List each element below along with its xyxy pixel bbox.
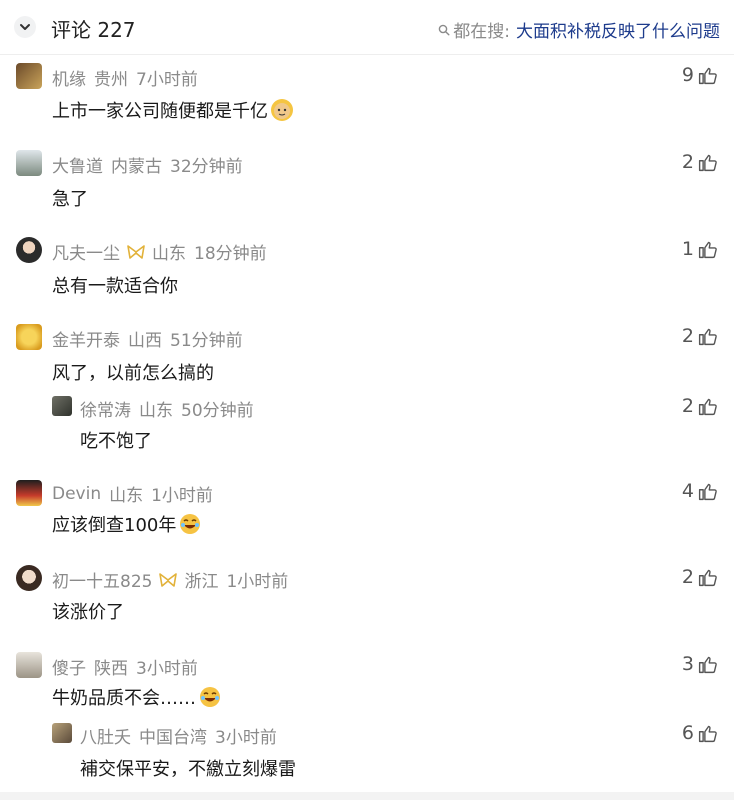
like-button[interactable]: 9 — [682, 64, 718, 86]
comment-text: 急了 — [52, 189, 88, 210]
thumbs-up-icon — [698, 154, 717, 171]
avatar[interactable] — [16, 150, 42, 176]
username[interactable]: 凡夫一尘 — [52, 239, 120, 264]
like-count: 2 — [681, 325, 694, 347]
doge-emoji-icon — [271, 99, 293, 121]
username[interactable]: 徐常涛 — [80, 396, 131, 421]
comment-text: 应该倒查100年 — [52, 511, 201, 537]
like-count: 4 — [681, 480, 694, 502]
comment-meta: 傻子 陕西 3小时前 — [52, 654, 198, 679]
search-prefix-label: 都在搜: — [453, 22, 510, 42]
trending-search-link[interactable]: 大面积补税反映了什么问题 — [516, 17, 720, 42]
location: 贵州 — [94, 70, 128, 90]
avatar[interactable] — [16, 480, 42, 506]
comment-meta: 徐常涛 山东 50分钟前 — [80, 396, 254, 421]
like-button[interactable]: 1 — [682, 238, 718, 260]
thumbs-up-icon — [698, 725, 717, 742]
thumbs-up-icon — [698, 398, 717, 415]
comment-meta: 初一十五825 浙江 1小时前 — [52, 567, 288, 592]
location: 山东 — [139, 401, 173, 421]
location: 山西 — [128, 331, 162, 351]
like-button[interactable]: 2 — [682, 395, 718, 417]
comment-count-title: 评论 227 — [51, 18, 136, 42]
avatar[interactable] — [16, 565, 42, 591]
like-count: 1 — [681, 238, 694, 260]
comment-meta: 金羊开泰 山西 51分钟前 — [52, 326, 243, 351]
avatar[interactable] — [16, 237, 42, 263]
like-button[interactable]: 2 — [682, 151, 718, 173]
thumbs-up-icon — [698, 241, 717, 258]
like-count: 2 — [681, 395, 694, 417]
username[interactable]: 初一十五825 — [52, 567, 152, 592]
timestamp: 3小时前 — [136, 659, 198, 679]
thumbs-up-icon — [698, 656, 717, 673]
location: 中国台湾 — [139, 728, 207, 748]
username[interactable]: 金羊开泰 — [52, 326, 120, 351]
timestamp: 51分钟前 — [170, 331, 243, 351]
vip-badge-icon — [127, 244, 145, 259]
location: 山东 — [152, 244, 186, 264]
comment-meta: 八肚夭 中国台湾 3小时前 — [80, 723, 277, 748]
like-button[interactable]: 6 — [682, 722, 718, 744]
like-count: 9 — [681, 64, 694, 86]
username[interactable]: 机缘 — [52, 65, 86, 90]
comment-text: 风了，以前怎么搞的 — [52, 363, 214, 384]
avatar[interactable] — [52, 396, 72, 416]
location: 陕西 — [94, 659, 128, 679]
username[interactable]: 大鲁道 — [52, 152, 103, 177]
thumbs-up-icon — [698, 483, 717, 500]
laughing-emoji-icon — [199, 686, 221, 708]
search-icon — [438, 24, 450, 36]
username[interactable]: 八肚夭 — [80, 723, 131, 748]
comment-meta: 凡夫一尘 山东 18分钟前 — [52, 239, 267, 264]
timestamp: 1小时前 — [151, 486, 213, 506]
header-divider — [0, 54, 734, 55]
bottom-edge — [0, 792, 734, 800]
like-button[interactable]: 2 — [682, 566, 718, 588]
comment-text: 总有一款适合你 — [52, 276, 178, 297]
username[interactable]: Devin — [52, 484, 101, 504]
avatar[interactable] — [52, 723, 72, 743]
like-count: 6 — [681, 722, 694, 744]
collapse-button[interactable] — [14, 16, 36, 38]
like-button[interactable]: 2 — [682, 325, 718, 347]
thumbs-up-icon — [698, 67, 717, 84]
avatar[interactable] — [16, 324, 42, 350]
timestamp: 18分钟前 — [194, 244, 267, 264]
comment-text: 牛奶品质不会…… — [52, 684, 221, 710]
comment-body: 牛奶品质不会…… — [52, 688, 196, 709]
location: 内蒙古 — [111, 157, 162, 177]
like-count: 2 — [681, 566, 694, 588]
like-count: 3 — [681, 653, 694, 675]
timestamp: 3小时前 — [215, 728, 277, 748]
location: 浙江 — [184, 572, 219, 592]
like-count: 2 — [681, 151, 694, 173]
timestamp: 1小时前 — [226, 572, 289, 592]
thumbs-up-icon — [698, 569, 717, 586]
timestamp: 50分钟前 — [181, 401, 254, 421]
chevron-down-icon — [20, 24, 30, 30]
thumbs-up-icon — [698, 328, 717, 345]
comment-body: 上市一家公司随便都是千亿 — [52, 101, 268, 122]
laughing-emoji-icon — [179, 513, 201, 535]
timestamp: 32分钟前 — [170, 157, 243, 177]
avatar[interactable] — [16, 652, 42, 678]
like-button[interactable]: 4 — [682, 480, 718, 502]
comment-meta: 大鲁道 内蒙古 32分钟前 — [52, 152, 243, 177]
comment-text: 補交保平安，不繳立刻爆雷 — [80, 759, 296, 780]
comment-body: 应该倒查100年 — [52, 515, 177, 536]
timestamp: 7小时前 — [136, 70, 198, 90]
trending-search[interactable]: 都在搜: 大面积补税反映了什么问题 — [438, 17, 720, 42]
comment-text: 上市一家公司随便都是千亿 — [52, 97, 293, 123]
comments-header: 评论 227 都在搜: 大面积补税反映了什么问题 — [0, 0, 734, 54]
comment-text: 吃不饱了 — [80, 431, 152, 452]
like-button[interactable]: 3 — [682, 653, 718, 675]
comment-text: 该涨价了 — [52, 602, 124, 623]
comment-meta: Devin 山东 1小时前 — [52, 481, 213, 507]
username[interactable]: 傻子 — [52, 654, 86, 679]
vip-badge-icon — [159, 572, 178, 587]
location: 山东 — [109, 486, 144, 506]
avatar[interactable] — [16, 63, 42, 89]
comment-meta: 机缘 贵州 7小时前 — [52, 65, 198, 90]
